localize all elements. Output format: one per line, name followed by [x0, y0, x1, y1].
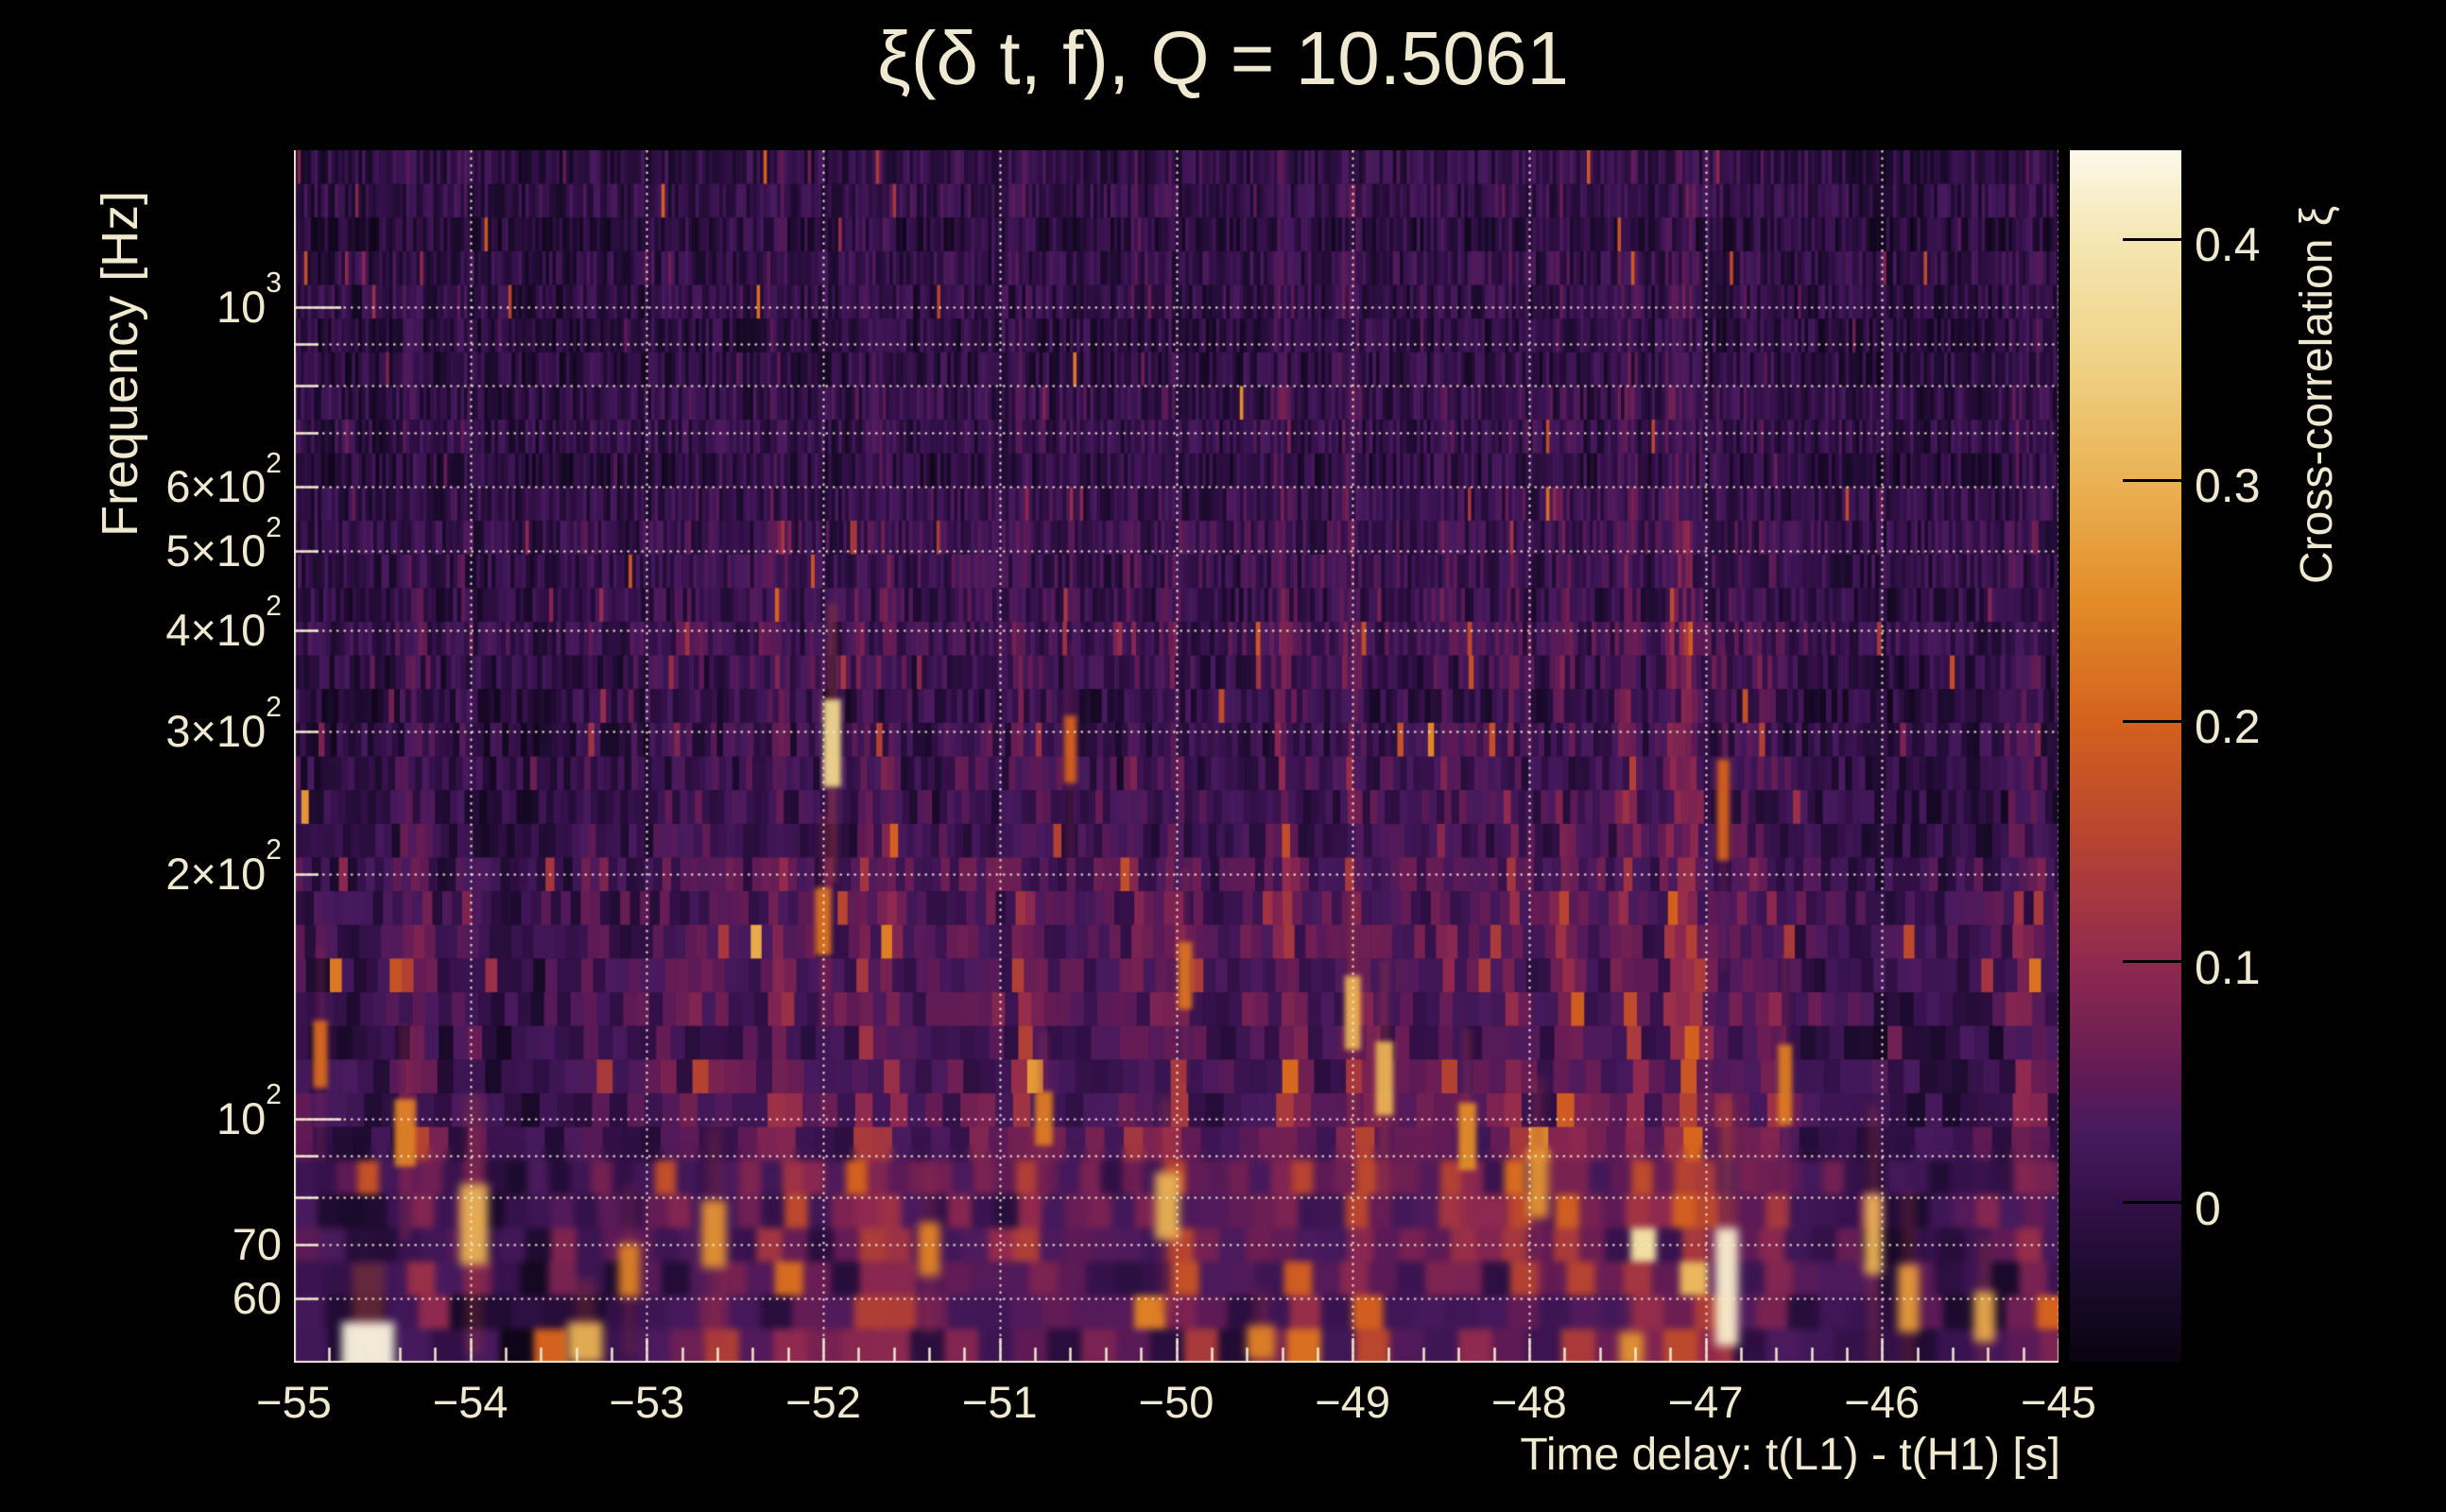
- x-tick-label: −49: [1315, 1377, 1391, 1427]
- colorbar-gradient: [2070, 150, 2181, 1362]
- x-tick-label: −52: [785, 1377, 861, 1427]
- x-tick-label: −50: [1138, 1377, 1214, 1427]
- colorbar-tick: [2123, 960, 2181, 964]
- y-tick-label: 3×102: [165, 692, 282, 756]
- colorbar-tick: [2123, 1201, 2181, 1205]
- colorbar-tick-label: 0.2: [2195, 700, 2261, 754]
- colorbar-tick: [2123, 237, 2181, 241]
- x-tick-label: −51: [961, 1377, 1038, 1427]
- x-tick-label: −54: [432, 1377, 508, 1427]
- x-tick-label: −46: [1844, 1377, 1921, 1427]
- colorbar-tick: [2123, 719, 2181, 723]
- colorbar-tick-label: 0: [2195, 1181, 2221, 1235]
- y-tick-label: 102: [215, 1078, 282, 1143]
- x-tick-label: −45: [2021, 1377, 2096, 1427]
- colorbar-tick: [2123, 478, 2181, 482]
- colorbar-tick-label: 0.1: [2195, 940, 2261, 994]
- figure-title: ξ(δ t, f), Q = 10.5061: [877, 16, 1569, 100]
- colorbar-tick-label: 0.3: [2195, 459, 2261, 513]
- x-tick-label: −55: [256, 1377, 332, 1427]
- y-tick-label: 2×102: [165, 834, 282, 900]
- x-axis-title: Time delay: t(L1) - t(H1) [s]: [1520, 1430, 2060, 1480]
- y-tick-label: 70: [232, 1218, 282, 1269]
- y-tick-label: 60: [232, 1273, 282, 1323]
- colorbar-tick-label: 0.4: [2195, 218, 2261, 272]
- x-tick-label: −48: [1491, 1377, 1567, 1427]
- colorbar-title: Cross-correlation ξ: [2292, 205, 2342, 584]
- y-axis-title: Frequency [Hz]: [92, 190, 148, 537]
- heatmap-canvas: [294, 150, 2058, 1363]
- y-tick-label: 4×102: [165, 590, 282, 655]
- x-tick-label: −47: [1667, 1377, 1744, 1427]
- x-tick-label: −53: [609, 1377, 685, 1427]
